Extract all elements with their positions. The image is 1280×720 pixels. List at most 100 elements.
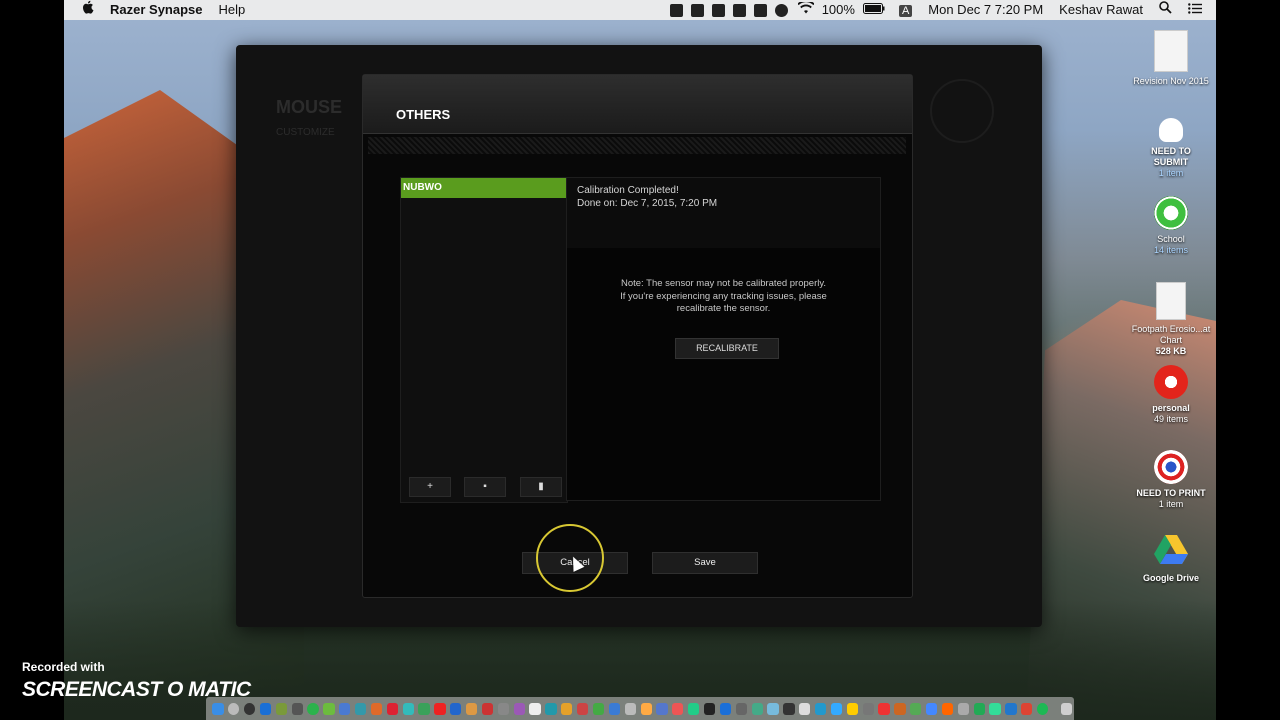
app-icon[interactable]	[878, 702, 890, 715]
app-section-subtitle: CUSTOMIZE	[276, 127, 335, 138]
app-icon[interactable]	[466, 702, 478, 715]
app-icon[interactable]	[1005, 702, 1017, 715]
app-icon[interactable]	[402, 702, 414, 715]
app-icon[interactable]	[545, 702, 557, 715]
app-icon[interactable]	[830, 702, 843, 715]
calibration-panel: Calibration Completed! Done on: Dec 7, 2…	[566, 177, 881, 501]
input-source-label: A	[898, 4, 913, 17]
app-icon[interactable]	[450, 702, 462, 715]
delete-profile-button[interactable]: ▪	[464, 477, 506, 497]
wifi-icon[interactable]	[792, 0, 820, 20]
desktop-icon-revision[interactable]: Revision Nov 2015	[1126, 30, 1216, 87]
menu-help[interactable]: Help	[211, 0, 254, 20]
app-icon[interactable]	[656, 702, 668, 715]
desktop-icon-personal[interactable]: personal 49 items	[1126, 365, 1216, 425]
input-source-indicator[interactable]: A	[891, 0, 920, 21]
desktop-icon-school[interactable]: School 14 items	[1126, 196, 1216, 256]
desktop-icon-google-drive[interactable]: Google Drive	[1126, 535, 1216, 584]
calibration-note-line: If you're experiencing any tracking issu…	[620, 290, 827, 302]
app-icon[interactable]	[799, 702, 811, 715]
app-icon[interactable]	[894, 702, 906, 715]
app-icon[interactable]	[1021, 702, 1033, 715]
app-icon[interactable]	[323, 702, 335, 715]
apple-menu-icon[interactable]	[64, 0, 102, 20]
app-icon[interactable]	[244, 702, 256, 715]
trash-icon[interactable]	[1060, 702, 1072, 715]
app-icon[interactable]	[846, 702, 858, 715]
status-icon-cloud[interactable]	[774, 3, 788, 17]
app-icon[interactable]	[386, 702, 399, 715]
desktop-icon-footpath[interactable]: Footpath Erosio...at Chart 528 KB	[1126, 282, 1216, 357]
app-icon[interactable]	[640, 702, 652, 715]
app-icon[interactable]	[783, 702, 795, 715]
app-icon[interactable]	[275, 702, 287, 715]
app-icon[interactable]	[561, 702, 573, 715]
app-icon[interactable]	[719, 702, 732, 715]
app-icon[interactable]	[910, 702, 922, 715]
app-icon[interactable]	[862, 702, 874, 715]
app-icon[interactable]	[973, 702, 985, 715]
desktop-icon-label: Google Drive	[1142, 573, 1199, 583]
app-icon[interactable]	[925, 702, 938, 715]
menubar-user[interactable]: Keshav Rawat	[1051, 0, 1151, 20]
calibration-note-line: recalibrate the sensor.	[676, 303, 771, 314]
desktop-icon-label: personal	[1152, 403, 1190, 413]
app-icon[interactable]	[703, 702, 716, 715]
recalibrate-button[interactable]: RECALIBRATE	[675, 338, 779, 359]
app-icon[interactable]	[688, 702, 700, 715]
app-icon[interactable]	[814, 702, 827, 715]
app-icon[interactable]	[339, 702, 351, 715]
add-profile-button[interactable]: +	[409, 477, 451, 497]
app-icon[interactable]	[767, 702, 779, 715]
desktop-icon-need-to-submit[interactable]: NEED TO SUBMIT 1 item	[1126, 118, 1216, 179]
status-icon-sync[interactable]	[711, 3, 725, 17]
status-icon-a[interactable]	[669, 3, 683, 17]
app-icon[interactable]	[513, 702, 525, 715]
desktop-icon-sublabel: 1 item	[1158, 499, 1184, 509]
others-dialog: OTHERS NUBWO + ▪ ▮ Calibration Completed…	[362, 74, 913, 598]
app-icon[interactable]	[624, 702, 636, 715]
menubar-clock[interactable]: Mon Dec 7 7:20 PM	[920, 0, 1051, 20]
app-icon[interactable]	[941, 702, 954, 715]
battery-icon[interactable]	[857, 0, 891, 20]
desktop-icon-sublabel: 49 items	[1153, 414, 1188, 424]
notification-center-icon[interactable]	[1180, 0, 1216, 20]
status-icon-screen[interactable]	[753, 3, 767, 17]
dock	[206, 697, 1074, 720]
dialog-header: OTHERS	[363, 75, 912, 134]
app-menu-razer-synapse[interactable]: Razer Synapse	[102, 0, 211, 20]
status-icon-box[interactable]	[732, 3, 746, 17]
save-button[interactable]: Save	[652, 552, 758, 574]
profile-options-button[interactable]: ▮	[520, 477, 562, 497]
app-icon[interactable]	[608, 702, 621, 715]
app-icon[interactable]	[989, 702, 1001, 715]
desktop-icon-need-to-print[interactable]: NEED TO PRINT 1 item	[1126, 450, 1216, 510]
app-icon[interactable]	[418, 702, 430, 715]
app-icon[interactable]	[259, 702, 272, 715]
spotify-icon[interactable]	[1036, 702, 1049, 715]
finder-icon[interactable]	[212, 702, 224, 715]
app-icon[interactable]	[672, 702, 684, 715]
launchpad-icon[interactable]	[228, 702, 240, 715]
app-icon[interactable]	[434, 702, 446, 715]
app-icon[interactable]	[577, 702, 589, 715]
app-icon[interactable]	[307, 702, 319, 715]
desktop-icon-label: Revision Nov 2015	[1133, 76, 1209, 86]
app-icon[interactable]	[370, 702, 383, 715]
app-icon[interactable]	[355, 702, 367, 715]
app-icon[interactable]	[291, 702, 303, 715]
menu-bar: Razer Synapse Help 100% A Mon Dec 7 7:20…	[64, 0, 1216, 20]
app-icon[interactable]	[751, 702, 763, 715]
status-icon-s[interactable]	[690, 3, 704, 17]
app-icon[interactable]	[592, 702, 605, 715]
profile-list-panel: NUBWO + ▪ ▮	[400, 177, 568, 503]
spotlight-search-icon[interactable]	[1151, 0, 1180, 20]
app-icon[interactable]	[957, 702, 969, 715]
razer-logo-icon	[930, 79, 994, 143]
app-icon[interactable]	[529, 702, 541, 715]
app-icon[interactable]	[497, 702, 510, 715]
battery-percent[interactable]: 100%	[820, 0, 857, 20]
profile-item-nubwo[interactable]: NUBWO	[401, 178, 567, 198]
app-icon[interactable]	[481, 702, 494, 715]
app-icon[interactable]	[735, 702, 747, 715]
